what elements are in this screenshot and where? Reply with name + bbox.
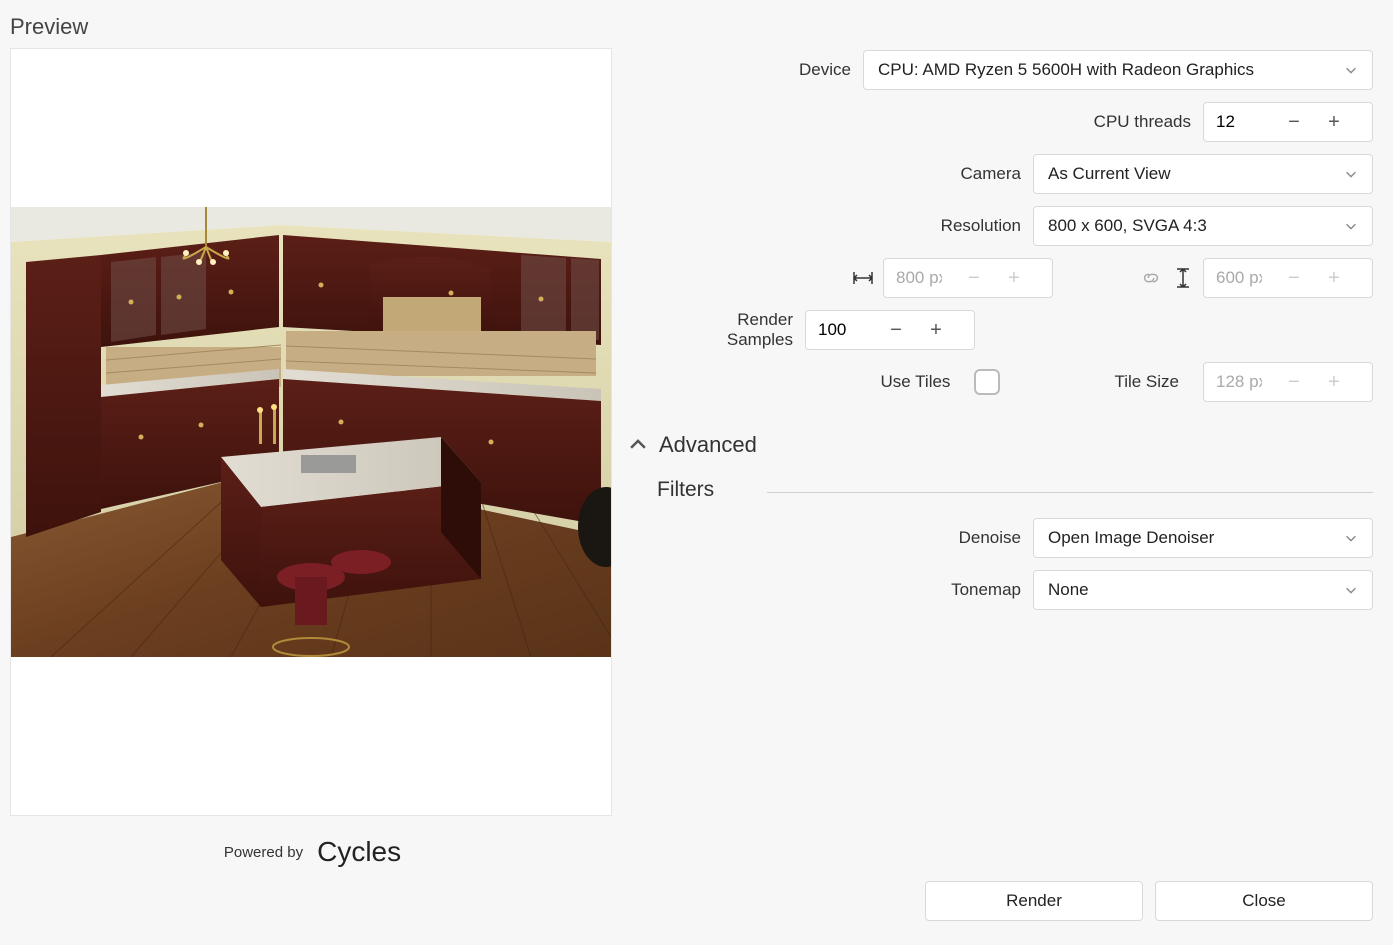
device-label: Device [799, 60, 863, 80]
use-tiles-checkbox[interactable] [974, 369, 1000, 395]
resolution-label: Resolution [941, 216, 1033, 236]
close-button[interactable]: Close [1155, 881, 1373, 921]
height-plus: + [1314, 259, 1354, 297]
camera-select-value: As Current View [1048, 164, 1171, 184]
render-button[interactable]: Render [925, 881, 1143, 921]
chevron-down-icon [1344, 531, 1358, 545]
width-plus: + [994, 259, 1034, 297]
camera-select[interactable]: As Current View [1033, 154, 1373, 194]
tile-size-stepper: − + [1203, 362, 1373, 402]
resolution-select[interactable]: 800 x 600, SVGA 4:3 [1033, 206, 1373, 246]
preview-render-image [11, 207, 611, 657]
height-icon [1171, 266, 1195, 290]
cpu-threads-plus[interactable]: + [1314, 103, 1354, 141]
use-tiles-label: Use Tiles [881, 372, 963, 392]
render-samples-plus[interactable]: + [916, 311, 956, 349]
height-input [1204, 259, 1274, 297]
width-minus: − [954, 259, 994, 297]
cpu-threads-label: CPU threads [1094, 112, 1203, 132]
denoise-select-value: Open Image Denoiser [1048, 528, 1214, 548]
cycles-logo: Cycles [317, 836, 401, 868]
divider [767, 492, 1373, 493]
chevron-down-icon [1344, 583, 1358, 597]
render-samples-label: Render Samples [675, 310, 805, 350]
tonemap-select[interactable]: None [1033, 570, 1373, 610]
render-samples-stepper[interactable]: − + [805, 310, 975, 350]
tonemap-label: Tonemap [951, 580, 1033, 600]
chevron-down-icon [1344, 167, 1358, 181]
camera-label: Camera [961, 164, 1033, 184]
tile-size-input [1204, 363, 1274, 401]
cpu-threads-input[interactable] [1204, 103, 1274, 141]
denoise-select[interactable]: Open Image Denoiser [1033, 518, 1373, 558]
width-icon [851, 266, 875, 290]
device-select[interactable]: CPU: AMD Ryzen 5 5600H with Radeon Graph… [863, 50, 1373, 90]
preview-title: Preview [10, 14, 615, 40]
chevron-down-icon [1344, 63, 1358, 77]
render-samples-input[interactable] [806, 311, 876, 349]
width-input [884, 259, 954, 297]
tonemap-select-value: None [1048, 580, 1089, 600]
height-minus: − [1274, 259, 1314, 297]
tile-size-plus: + [1314, 363, 1354, 401]
width-stepper: − + [883, 258, 1053, 298]
denoise-label: Denoise [959, 528, 1033, 548]
tile-size-minus: − [1274, 363, 1314, 401]
height-stepper: − + [1203, 258, 1373, 298]
filters-heading: Filters [657, 478, 747, 502]
tile-size-label: Tile Size [1114, 372, 1191, 392]
link-icon[interactable] [1139, 266, 1163, 290]
render-samples-minus[interactable]: − [876, 311, 916, 349]
cpu-threads-stepper[interactable]: − + [1203, 102, 1373, 142]
device-select-value: CPU: AMD Ryzen 5 5600H with Radeon Graph… [878, 60, 1254, 80]
resolution-select-value: 800 x 600, SVGA 4:3 [1048, 216, 1207, 236]
preview-box [10, 48, 612, 816]
powered-by-label: Powered by [224, 844, 303, 861]
powered-by: Powered by Cycles [10, 836, 615, 868]
advanced-heading: Advanced [659, 432, 757, 458]
cpu-threads-minus[interactable]: − [1274, 103, 1314, 141]
chevron-down-icon [1344, 219, 1358, 233]
chevron-up-icon[interactable] [627, 434, 649, 456]
